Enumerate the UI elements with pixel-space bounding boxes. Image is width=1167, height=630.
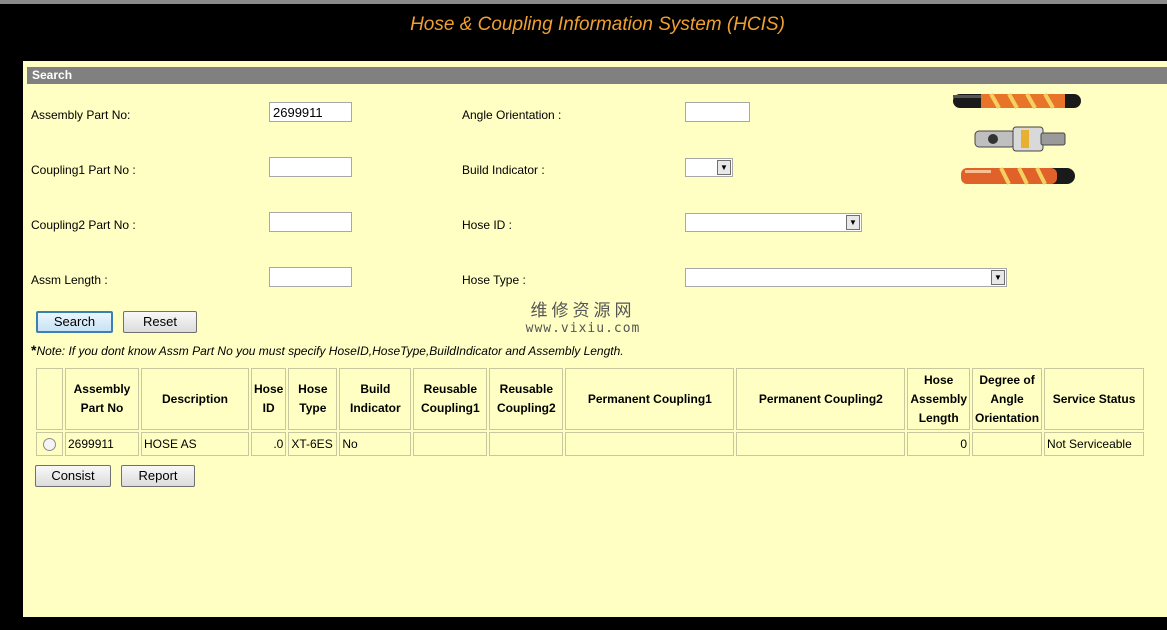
hose-id-cell: .0 <box>251 432 287 456</box>
note-text: Note: If you dont know Assm Part No you … <box>36 344 624 358</box>
permanent-coupling1-cell <box>565 432 735 456</box>
results-header-row: Assembly Part No Description Hose ID Hos… <box>36 368 1145 430</box>
app-title: Hose & Coupling Information System (HCIS… <box>410 14 785 35</box>
table-row[interactable]: 2699911 HOSE AS .0 XT-6ES No 0 Not Servi… <box>36 432 1145 456</box>
angle-orientation-label: Angle Orientation : <box>462 108 562 122</box>
permanent-coupling2-cell <box>736 432 906 456</box>
column-header: Hose Assembly Length <box>907 368 971 430</box>
hose-assembly-length-cell: 0 <box>907 432 971 456</box>
watermark: 维修资源网 www.vixiu.com <box>518 296 648 336</box>
column-header: Reusable Coupling2 <box>489 368 564 430</box>
hose-type-label: Hose Type : <box>462 273 526 287</box>
angle-orientation-input[interactable] <box>685 102 750 122</box>
search-note: *Note: If you dont know Assm Part No you… <box>31 342 624 358</box>
results-table: Assembly Part No Description Hose ID Hos… <box>34 366 1147 458</box>
coupling2-part-no-input[interactable] <box>269 212 352 232</box>
build-indicator-select[interactable]: ▼ <box>685 158 733 177</box>
hose-image-1 <box>953 93 1081 109</box>
coupling1-part-no-input[interactable] <box>269 157 352 177</box>
build-indicator-label: Build Indicator : <box>462 163 545 177</box>
coupling2-part-no-label: Coupling2 Part No : <box>31 218 136 232</box>
watermark-line-2: www.vixiu.com <box>525 321 641 336</box>
hose-type-select[interactable]: ▼ <box>685 268 1007 287</box>
chevron-down-icon[interactable]: ▼ <box>991 270 1005 285</box>
column-header: Hose Type <box>288 368 338 430</box>
hose-image-2 <box>961 167 1075 185</box>
report-button[interactable]: Report <box>121 465 195 487</box>
row-select-cell[interactable] <box>36 432 63 456</box>
window-top-border <box>0 0 1167 4</box>
assembly-part-no-input[interactable] <box>269 102 352 122</box>
column-header: Permanent Coupling2 <box>736 368 906 430</box>
column-header: Description <box>141 368 249 430</box>
column-header: Service Status <box>1044 368 1145 430</box>
column-header: Assembly Part No <box>65 368 139 430</box>
select-column-header <box>36 368 63 430</box>
row-select-radio[interactable] <box>43 438 56 452</box>
assm-length-input[interactable] <box>269 267 352 287</box>
assembly-part-no-label: Assembly Part No: <box>31 108 131 122</box>
reusable-coupling1-cell <box>413 432 488 456</box>
column-header: Build Indicator <box>339 368 412 430</box>
search-panel: Search Assembly Part No: Coupling1 Part … <box>23 61 1167 617</box>
assm-length-label: Assm Length : <box>31 273 108 287</box>
search-button[interactable]: Search <box>36 311 113 333</box>
chevron-down-icon[interactable]: ▼ <box>717 160 731 175</box>
search-section-header: Search <box>27 67 1167 84</box>
hose-id-select[interactable]: ▼ <box>685 213 862 232</box>
assembly-part-no-cell: 2699911 <box>65 432 139 456</box>
column-header: Hose ID <box>251 368 287 430</box>
coupling1-part-no-label: Coupling1 Part No : <box>31 163 136 177</box>
column-header: Degree of Angle Orientation <box>972 368 1043 430</box>
build-indicator-cell: No <box>339 432 412 456</box>
column-header: Permanent Coupling1 <box>565 368 735 430</box>
column-header: Reusable Coupling1 <box>413 368 488 430</box>
hose-type-cell: XT-6ES <box>288 432 338 456</box>
hose-id-label: Hose ID : <box>462 218 513 232</box>
angle-orientation-cell <box>972 432 1043 456</box>
reset-button[interactable]: Reset <box>123 311 197 333</box>
service-status-cell: Not Serviceable <box>1044 432 1145 456</box>
chevron-down-icon[interactable]: ▼ <box>846 215 860 230</box>
consist-button[interactable]: Consist <box>35 465 111 487</box>
watermark-line-1: 维修资源网 <box>530 301 636 321</box>
description-cell: HOSE AS <box>141 432 249 456</box>
coupling-image <box>974 126 1066 152</box>
reusable-coupling2-cell <box>489 432 564 456</box>
